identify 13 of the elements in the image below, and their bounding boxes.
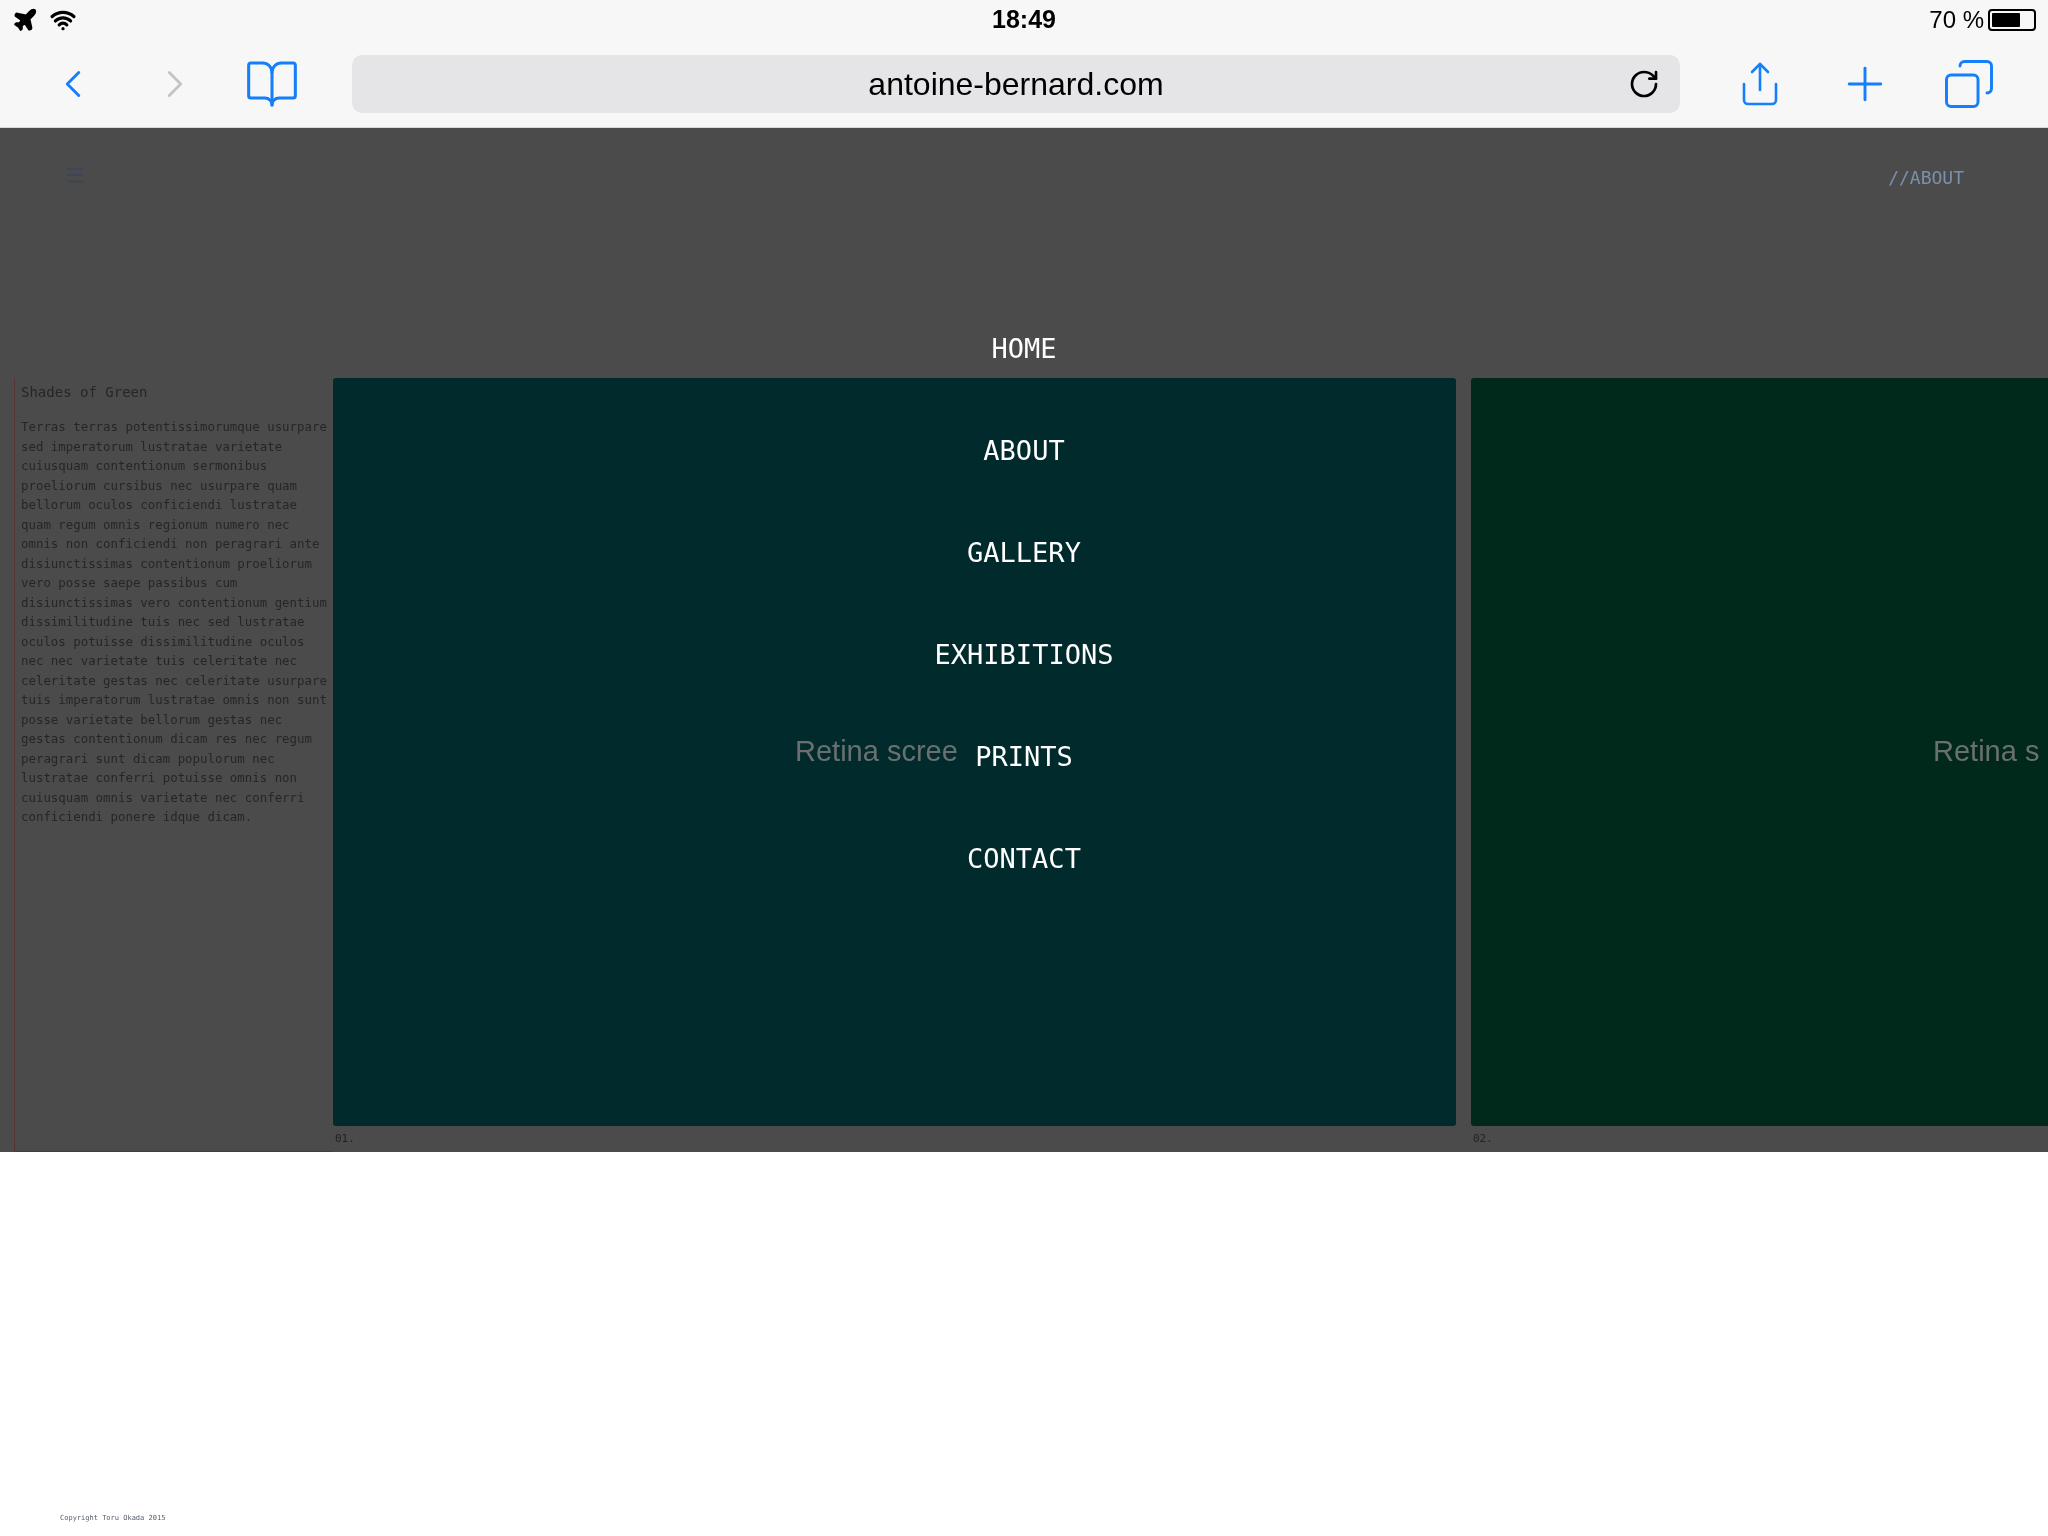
menu-item[interactable]: HOME — [991, 326, 1057, 371]
menu-item[interactable]: GALLERY — [967, 530, 1081, 575]
menu-item[interactable]: EXHIBITIONS — [934, 632, 1114, 677]
address-field[interactable]: antoine-bernard.com — [352, 54, 1680, 113]
airplane-icon — [12, 7, 38, 33]
menu-item[interactable]: CONTACT — [967, 836, 1081, 881]
status-time: 18:49 — [992, 4, 1056, 36]
panel-caption: Retina scree — [795, 734, 958, 770]
battery-icon — [1988, 9, 2036, 31]
battery-percentage: 70 % — [1929, 5, 1984, 35]
menu-item[interactable]: ABOUT — [983, 428, 1065, 473]
menu-item[interactable]: PRINTS — [975, 734, 1073, 779]
panel-caption: Retina s — [1933, 734, 2040, 770]
